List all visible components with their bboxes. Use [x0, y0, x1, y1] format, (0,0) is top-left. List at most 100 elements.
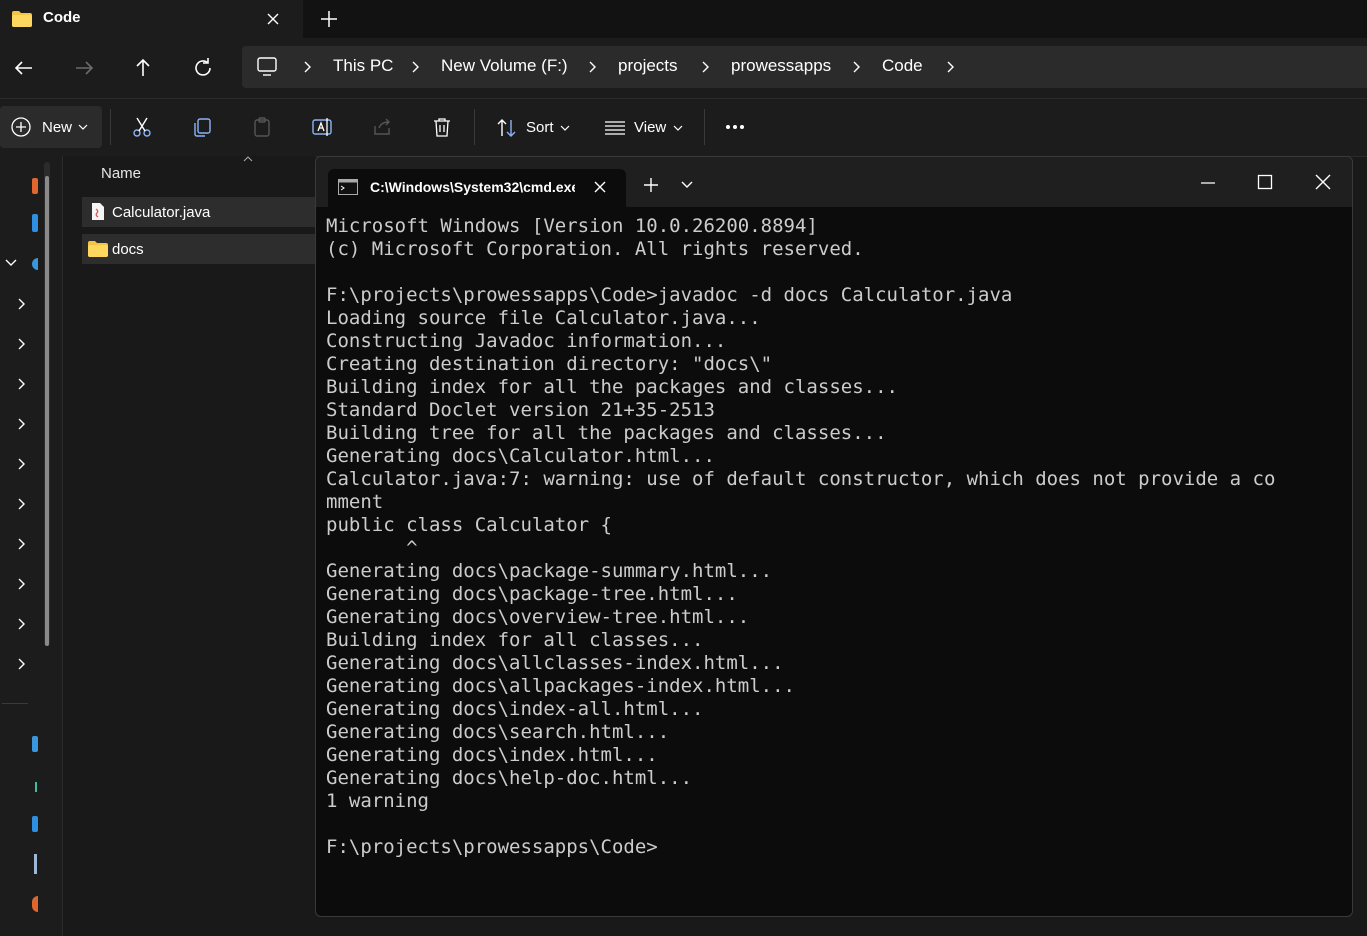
terminal-line: Generating docs\Calculator.html... — [326, 445, 715, 467]
refresh-icon[interactable] — [189, 54, 217, 82]
more-options-icon[interactable] — [724, 116, 746, 138]
terminal-line: Generating docs\allclasses-index.html... — [326, 652, 784, 674]
chevron-right-icon[interactable] — [14, 417, 28, 431]
terminal-line: Building tree for all the packages and c… — [326, 422, 887, 444]
java-file-icon — [91, 202, 105, 221]
chevron-right-icon[interactable] — [14, 457, 28, 471]
chevron-down-icon[interactable] — [4, 258, 18, 268]
terminal-line: Generating docs\search.html... — [326, 721, 670, 743]
terminal-line: Generating docs\package-tree.html... — [326, 583, 738, 605]
chevron-right-icon[interactable] — [698, 60, 712, 74]
terminal-title-bar[interactable]: C:\Windows\System32\cmd.exe — [316, 157, 1352, 207]
chevron-right-icon[interactable] — [300, 60, 314, 74]
terminal-tab[interactable]: C:\Windows\System32\cmd.exe — [328, 169, 626, 207]
terminal-output[interactable]: Microsoft Windows [Version 10.0.26200.88… — [326, 215, 1336, 859]
terminal-line: Generating docs\allpackages-index.html..… — [326, 675, 795, 697]
explorer-tab[interactable]: Code — [0, 0, 303, 38]
breadcrumb-this-pc[interactable]: This PC — [333, 56, 393, 76]
terminal-line: mment — [326, 491, 384, 513]
folder-icon — [12, 11, 32, 27]
column-header-name[interactable]: Name — [101, 165, 141, 182]
cut-icon[interactable] — [131, 116, 153, 138]
monitor-icon — [256, 56, 280, 78]
desktop-icon — [32, 736, 38, 752]
chevron-right-icon[interactable] — [943, 60, 957, 74]
chevron-right-icon[interactable] — [849, 60, 863, 74]
up-arrow-icon[interactable] — [129, 54, 157, 82]
chevron-down-icon[interactable] — [680, 179, 694, 191]
new-button-label: New — [42, 119, 73, 136]
terminal-line: Microsoft Windows [Version 10.0.26200.88… — [326, 215, 818, 237]
view-button[interactable]: View — [598, 112, 690, 144]
share-icon[interactable] — [371, 116, 393, 138]
pictures-icon — [34, 854, 37, 874]
downloads-icon — [35, 782, 37, 792]
explorer-tab-strip: Code — [0, 0, 1367, 38]
file-name: docs — [112, 241, 144, 258]
chevron-right-icon[interactable] — [14, 297, 28, 311]
terminal-line: Generating docs\overview-tree.html... — [326, 606, 750, 628]
chevron-down-icon — [78, 123, 88, 131]
documents-icon — [32, 816, 38, 832]
scrollbar[interactable] — [44, 162, 50, 646]
terminal-tab-title: C:\Windows\System32\cmd.exe — [370, 179, 575, 195]
chevron-right-icon[interactable] — [14, 617, 28, 631]
chevron-right-icon[interactable] — [14, 537, 28, 551]
back-arrow-icon[interactable] — [10, 54, 38, 82]
chevron-right-icon[interactable] — [14, 337, 28, 351]
terminal-window[interactable]: C:\Windows\System32\cmd.exe Microsoft Wi… — [315, 156, 1353, 917]
close-tab-icon[interactable] — [262, 8, 284, 30]
address-bar[interactable]: This PC New Volume (F:) projects prowess… — [242, 46, 1367, 88]
terminal-line: Creating destination directory: "docs\" — [326, 353, 773, 375]
delete-icon[interactable] — [431, 116, 453, 138]
file-list — [63, 156, 315, 936]
paste-icon[interactable] — [251, 116, 273, 138]
chevron-right-icon[interactable] — [585, 60, 599, 74]
new-button[interactable]: New — [0, 106, 102, 148]
new-tab-icon[interactable] — [641, 175, 661, 195]
navigation-pane[interactable] — [0, 156, 63, 936]
terminal-line: Building index for all the packages and … — [326, 376, 898, 398]
minimize-icon[interactable] — [1198, 173, 1218, 193]
command-bar: New Sort View — [0, 99, 1367, 157]
chevron-right-icon[interactable] — [14, 577, 28, 591]
new-tab-icon[interactable] — [315, 6, 343, 32]
forward-arrow-icon[interactable] — [70, 54, 98, 82]
breadcrumb-new-volume[interactable]: New Volume (F:) — [441, 56, 568, 76]
close-window-icon[interactable] — [1312, 171, 1334, 193]
chevron-right-icon[interactable] — [408, 60, 422, 74]
chevron-right-icon[interactable] — [14, 377, 28, 391]
list-item[interactable]: docs — [82, 234, 315, 264]
terminal-line: F:\projects\prowessapps\Code>javadoc -d … — [326, 284, 1013, 306]
music-icon — [32, 896, 38, 912]
terminal-line: Constructing Javadoc information... — [326, 330, 727, 352]
sort-button[interactable]: Sort — [490, 112, 578, 144]
file-name: Calculator.java — [112, 204, 211, 221]
plus-circle-icon — [10, 116, 32, 138]
breadcrumb-prowessapps[interactable]: prowessapps — [731, 56, 831, 76]
sort-icon — [496, 118, 518, 138]
sort-label: Sort — [526, 119, 554, 136]
terminal-line: (c) Microsoft Corporation. All rights re… — [326, 238, 864, 260]
cloud-icon — [32, 258, 38, 270]
breadcrumb-projects[interactable]: projects — [618, 56, 678, 76]
divider — [110, 109, 111, 145]
navigation-bar: This PC New Volume (F:) projects prowess… — [0, 38, 1367, 99]
scrollbar-thumb[interactable] — [45, 176, 49, 646]
chevron-right-icon[interactable] — [14, 657, 28, 671]
terminal-line: Standard Doclet version 21+35-2513 — [326, 399, 715, 421]
terminal-line: Generating docs\help-doc.html... — [326, 767, 693, 789]
maximize-icon[interactable] — [1255, 171, 1275, 191]
terminal-line: F:\projects\prowessapps\Code> — [326, 836, 658, 858]
copy-icon[interactable] — [191, 116, 213, 138]
breadcrumb-code[interactable]: Code — [882, 56, 923, 76]
list-item[interactable]: Calculator.java — [82, 197, 315, 227]
view-list-icon — [604, 120, 626, 136]
folder-icon — [32, 214, 38, 232]
chevron-right-icon[interactable] — [14, 497, 28, 511]
rename-icon[interactable] — [311, 116, 333, 138]
chevron-down-icon — [560, 124, 570, 132]
close-tab-icon[interactable] — [590, 177, 610, 197]
